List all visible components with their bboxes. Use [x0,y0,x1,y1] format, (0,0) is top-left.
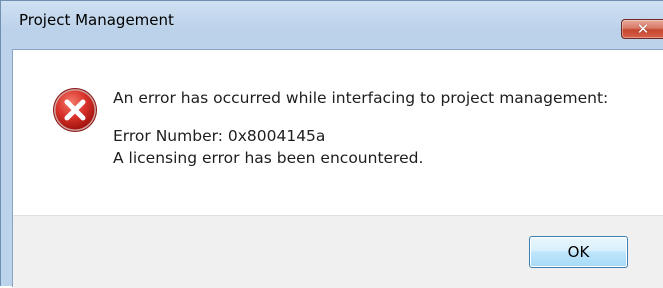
dialog-client-area: An error has occurred while interfacing … [12,49,663,288]
error-icon [53,88,97,132]
close-icon: ✕ [636,20,650,38]
message-line: An error has occurred while interfacing … [113,89,609,107]
close-button[interactable]: ✕ [621,19,663,39]
dialog-content: An error has occurred while interfacing … [13,50,663,215]
window-title: Project Management [19,11,174,29]
error-number-text: Error Number: 0x8004145a [113,127,326,145]
title-bar[interactable]: Project Management ✕ [1,1,663,39]
ok-button[interactable]: OK [529,236,628,268]
licensing-error-text: A licensing error has been encountered. [113,149,424,167]
error-message: An error has occurred while interfacing … [113,87,653,169]
button-bar: OK [13,215,663,288]
dialog-window: Project Management ✕ An error has occurr… [0,0,663,288]
